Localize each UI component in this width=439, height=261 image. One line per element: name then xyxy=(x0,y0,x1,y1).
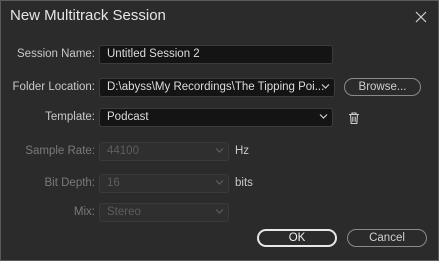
dialog-title: New Multitrack Session xyxy=(10,7,166,24)
browse-button[interactable]: Browse... xyxy=(344,78,421,96)
chevron-down-icon[interactable] xyxy=(319,113,328,120)
template-select[interactable]: Podcast xyxy=(99,108,333,127)
chevron-down-icon xyxy=(215,208,224,215)
bit-depth-label: Bit Depth: xyxy=(44,177,96,189)
sample-rate-label: Sample Rate: xyxy=(25,145,95,157)
trash-icon[interactable] xyxy=(347,111,361,125)
bit-depth-value: 16 xyxy=(107,177,120,189)
chevron-down-icon xyxy=(215,179,224,186)
session-name-label: Session Name: xyxy=(17,48,95,60)
title-bar: New Multitrack Session xyxy=(1,1,438,33)
new-multitrack-session-dialog: New Multitrack Session Session Name: Unt… xyxy=(0,0,439,261)
close-icon[interactable] xyxy=(411,7,431,27)
template-value: Podcast xyxy=(107,111,149,123)
sample-rate-select[interactable]: 44100 xyxy=(99,142,229,161)
cancel-button[interactable]: Cancel xyxy=(347,229,427,247)
bit-depth-unit: bits xyxy=(235,177,253,189)
ok-button[interactable]: OK xyxy=(257,229,337,247)
mix-select[interactable]: Stereo xyxy=(99,203,229,222)
session-name-value: Untitled Session 2 xyxy=(107,48,200,60)
template-label: Template: xyxy=(45,111,95,123)
folder-location-value: D:\abyss\My Recordings\The Tipping Poi..… xyxy=(107,81,325,93)
chevron-down-icon[interactable] xyxy=(321,83,330,90)
mix-value: Stereo xyxy=(107,206,141,218)
bit-depth-select[interactable]: 16 xyxy=(99,174,229,193)
mix-label: Mix: xyxy=(73,206,95,218)
sample-rate-value: 44100 xyxy=(107,145,139,157)
folder-location-label: Folder Location: xyxy=(12,81,95,93)
sample-rate-unit: Hz xyxy=(235,145,250,157)
session-name-input[interactable]: Untitled Session 2 xyxy=(99,45,333,64)
folder-location-input[interactable]: D:\abyss\My Recordings\The Tipping Poi..… xyxy=(99,78,335,97)
chevron-down-icon xyxy=(215,147,224,154)
